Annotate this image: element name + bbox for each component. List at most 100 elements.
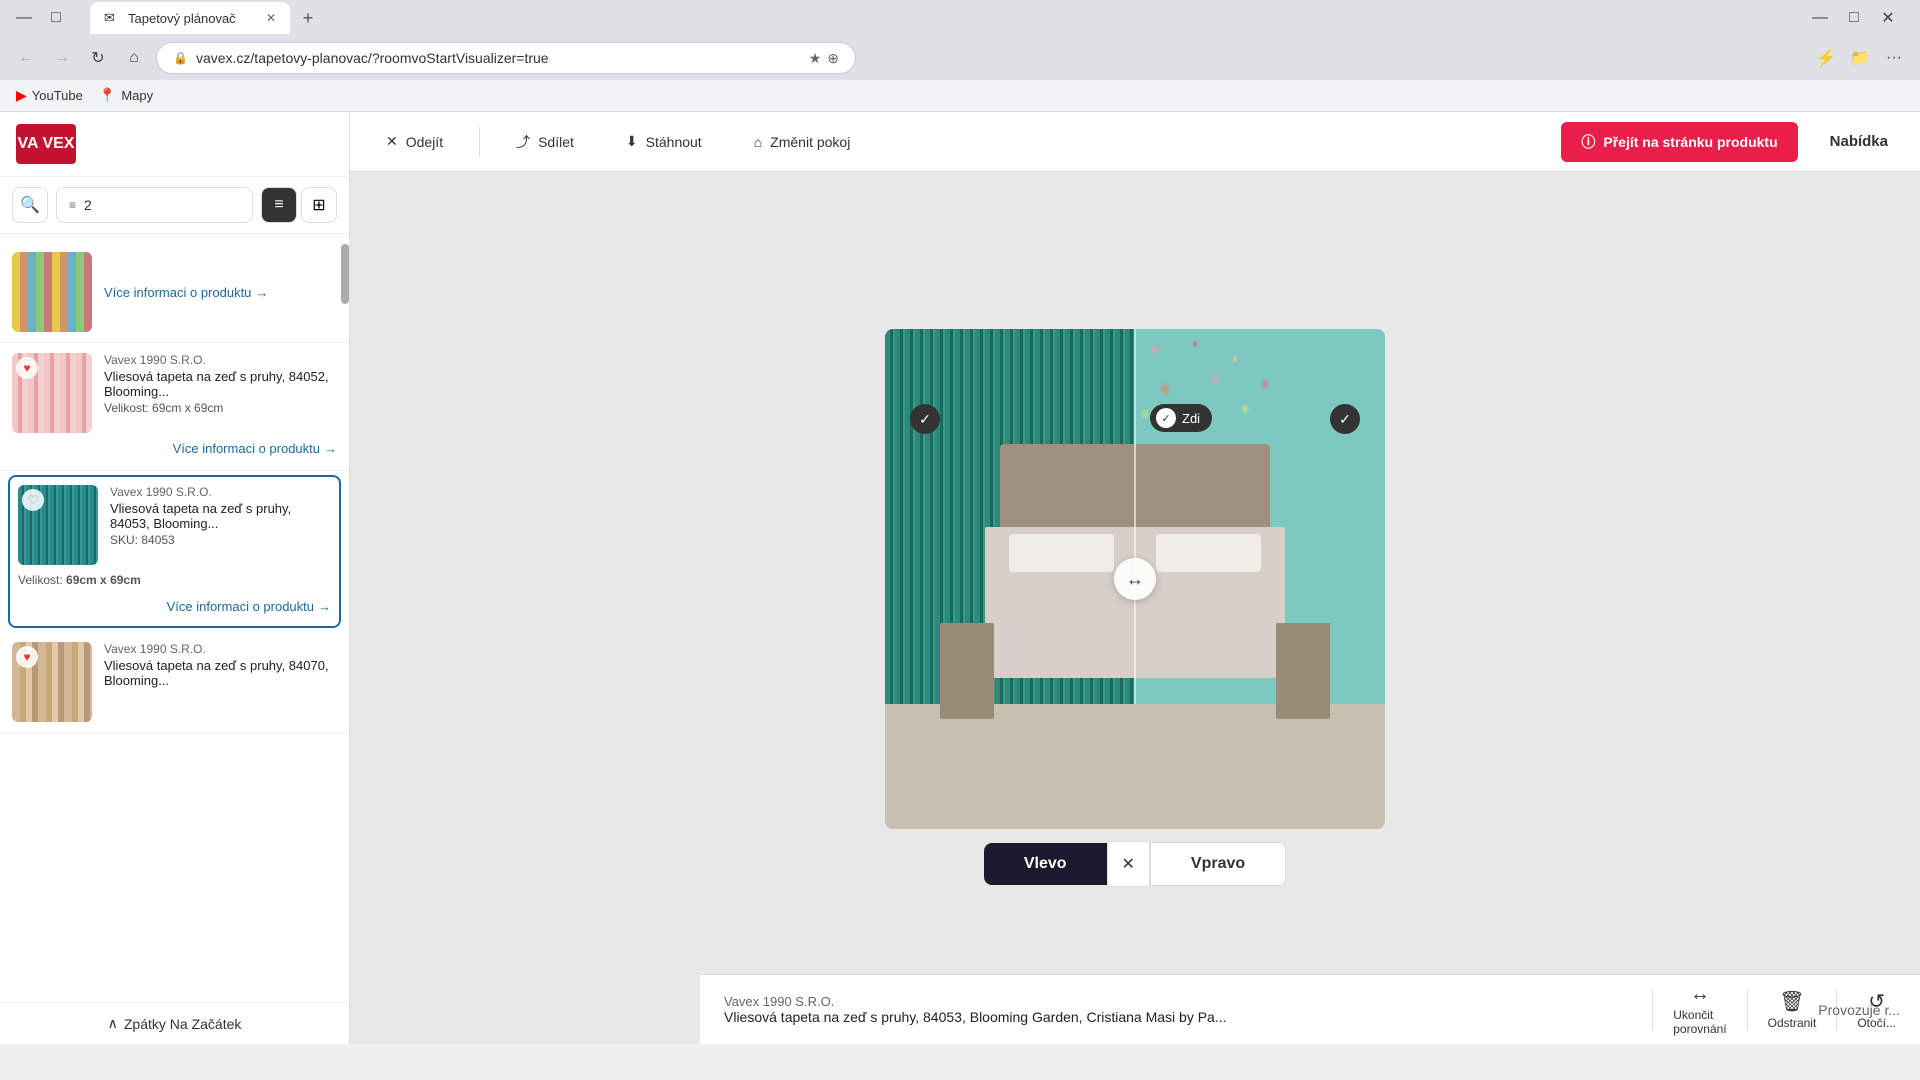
wall-badge-right: ✓ xyxy=(1330,404,1360,434)
close-window-btn[interactable]: ✕ xyxy=(1874,4,1902,32)
arrow-icon-0: → xyxy=(255,285,268,300)
change-room-label: Změnit pokoj xyxy=(770,134,850,150)
nightstand-left xyxy=(940,623,994,719)
favorite-btn-3[interactable]: ♥ xyxy=(16,646,38,668)
wall-badge-center: ✓ Zdi xyxy=(1150,404,1212,432)
grid-view-btn[interactable]: ⊞ xyxy=(301,187,337,223)
favorite-btn-2[interactable]: ♡ xyxy=(22,489,44,511)
bookmark-youtube-label: YouTube xyxy=(32,88,83,103)
filter-icon: ≡ xyxy=(69,198,76,212)
compare-right-label: Vpravo xyxy=(1191,855,1245,872)
wall-check-center[interactable]: ✓ Zdi xyxy=(1150,404,1212,432)
product-thumb-0 xyxy=(12,252,92,332)
maximize-btn[interactable]: □ xyxy=(42,4,70,32)
new-tab-btn[interactable]: + xyxy=(294,4,322,32)
search-btn[interactable]: 🔍 xyxy=(12,187,48,223)
more-btn[interactable]: ··· xyxy=(1880,44,1908,72)
remove-icon: 🗑 xyxy=(1779,989,1804,1014)
lock-icon: 🔒 xyxy=(173,51,188,65)
check-inner-icon: ✓ xyxy=(1156,408,1176,428)
wall-divider xyxy=(1134,329,1136,704)
product-brand-2: Vavex 1990 S.R.O. xyxy=(110,485,331,499)
more-info-label-1: Více informaci o produktu xyxy=(173,441,320,456)
page-content: VA VEX 🔍 ≡ 2 ≡ ⊞ xyxy=(0,112,1920,1044)
back-to-top-label: Zpátky Na Začátek xyxy=(124,1016,242,1032)
wall-check-left[interactable]: ✓ xyxy=(910,404,940,434)
bottom-product-name: Vliesová tapeta na zeď s pruhy, 84053, B… xyxy=(724,1009,1632,1025)
product-link-2[interactable]: Více informaci o produktu → xyxy=(18,599,331,614)
reload-btn[interactable]: ↻ xyxy=(84,44,112,72)
drag-handle[interactable]: ↔ xyxy=(1114,558,1156,600)
favorite-btn-1[interactable]: ♥ xyxy=(16,357,38,379)
go-to-product-btn[interactable]: ⓘ Přejít na stránku produktu xyxy=(1561,122,1797,162)
back-to-top-btn[interactable]: ∧ Zpátky Na Začátek xyxy=(0,1002,349,1044)
room-floor xyxy=(885,704,1385,829)
product-info-2: Vavex 1990 S.R.O. Vliesová tapeta na zeď… xyxy=(110,485,331,547)
list-item[interactable]: ♡ Vavex 1990 S.R.O. Vliesová tapeta na z… xyxy=(8,475,341,628)
remove-btn[interactable]: 🗑 Odstranit xyxy=(1768,989,1817,1030)
bottom-separator-1 xyxy=(1652,990,1653,1030)
compare-buttons: Vlevo ✕ Vpravo xyxy=(984,841,1286,887)
active-tab[interactable]: ✉ Tapetový plánovač ✕ xyxy=(90,2,290,34)
minimize-window-btn[interactable]: — xyxy=(1806,4,1834,32)
tab-title: Tapetový plánovač xyxy=(128,11,236,26)
product-row-1: ♥ Vavex 1990 S.R.O. Vliesová tapeta na z… xyxy=(12,353,337,433)
info-icon: ⓘ xyxy=(1581,132,1595,152)
filter-input[interactable]: ≡ 2 xyxy=(56,187,253,223)
restore-window-btn[interactable]: □ xyxy=(1840,4,1868,32)
nabidka-btn[interactable]: Nabídka xyxy=(1818,125,1900,158)
product-row-2: ♡ Vavex 1990 S.R.O. Vliesová tapeta na z… xyxy=(18,485,331,565)
exit-btn[interactable]: ✕ Odejít xyxy=(370,125,459,158)
list-item[interactable]: ♥ Vavex 1990 S.R.O. Vliesová tapeta na z… xyxy=(0,632,349,733)
logo-text: VA VEX xyxy=(18,136,75,152)
compare-left-btn[interactable]: Vlevo xyxy=(984,843,1107,885)
bookmark-youtube[interactable]: ▶ YouTube xyxy=(16,87,83,104)
extensions-btn[interactable]: ⚡ xyxy=(1812,44,1840,72)
bottom-brand: Vavex 1990 S.R.O. xyxy=(724,994,1632,1009)
list-view-btn[interactable]: ≡ xyxy=(261,187,297,223)
bookmark-maps-label: Mapy xyxy=(121,88,153,103)
end-comparison-btn[interactable]: ↔ Ukončitporovnání xyxy=(1673,983,1726,1036)
bookmark-star-icon[interactable]: ★ xyxy=(809,50,822,67)
product-link-1[interactable]: Více informaci o produktu → xyxy=(12,441,337,456)
home-btn[interactable]: ⌂ xyxy=(120,44,148,72)
bookmark-maps[interactable]: 📍 Mapy xyxy=(99,87,153,104)
remove-label: Odstranit xyxy=(1768,1016,1817,1030)
toolbar: ✕ Odejít ⤴ Sdílet ⬇ Stáhnout ⌂ Změnit po… xyxy=(350,112,1920,172)
vavex-logo[interactable]: VA VEX xyxy=(16,124,76,164)
room-scene: ↔ ✓ ✓ Zdi ✓ xyxy=(885,329,1385,829)
favorites-btn[interactable]: 📁 xyxy=(1846,44,1874,72)
room-image-wrapper: ↔ ✓ ✓ Zdi ✓ xyxy=(885,329,1385,829)
forward-btn[interactable]: → xyxy=(48,44,76,72)
compare-close-btn[interactable]: ✕ xyxy=(1107,841,1150,887)
address-input[interactable]: 🔒 vavex.cz/tapetovy-planovac/?roomvoStar… xyxy=(156,42,856,74)
tab-close-btn[interactable]: ✕ xyxy=(266,11,276,25)
wall-check-right[interactable]: ✓ xyxy=(1330,404,1360,434)
list-item[interactable]: ♥ Vavex 1990 S.R.O. Vliesová tapeta na z… xyxy=(0,343,349,471)
extension-icon[interactable]: ⊕ xyxy=(827,50,839,67)
compare-right-btn[interactable]: Vpravo xyxy=(1150,842,1286,886)
download-btn[interactable]: ⬇ Stáhnout xyxy=(610,125,718,158)
product-sku-2: SKU: 84053 xyxy=(110,533,331,547)
product-size-1: Velikost: 69cm x 69cm xyxy=(104,401,337,415)
address-text: vavex.cz/tapetovy-planovac/?roomvoStartV… xyxy=(196,50,801,66)
address-bar: ← → ↻ ⌂ 🔒 vavex.cz/tapetovy-planovac/?ro… xyxy=(0,36,1920,80)
change-room-btn[interactable]: ⌂ Změnit pokoj xyxy=(738,126,867,158)
more-info-2: Více informaci o produktu → xyxy=(18,595,331,618)
rotate-label: Otočí... xyxy=(1857,1016,1896,1030)
room-icon: ⌂ xyxy=(754,134,762,150)
close-icon: ✕ xyxy=(386,133,398,150)
go-to-product-label: Přejít na stránku produktu xyxy=(1603,134,1777,150)
list-item[interactable]: Více informaci o produktu → xyxy=(0,242,349,343)
product-link-0[interactable]: Více informaci o produktu → xyxy=(104,285,337,300)
product-size-2: Velikost: 69cm x 69cm xyxy=(18,569,331,591)
minimize-btn[interactable]: — xyxy=(10,4,38,32)
product-name-2: Vliesová tapeta na zeď s pruhy, 84053, B… xyxy=(110,501,331,531)
pillow-left xyxy=(1009,534,1114,572)
product-info-3: Vavex 1990 S.R.O. Vliesová tapeta na zeď… xyxy=(104,642,337,690)
end-comparison-icon: ↔ xyxy=(1690,983,1710,1006)
title-bar: — □ ✉ Tapetový plánovač ✕ + — □ ✕ xyxy=(0,0,1920,36)
back-btn[interactable]: ← xyxy=(12,44,40,72)
chevron-up-icon: ∧ xyxy=(108,1015,118,1032)
share-btn[interactable]: ⤴ Sdílet xyxy=(500,124,590,160)
